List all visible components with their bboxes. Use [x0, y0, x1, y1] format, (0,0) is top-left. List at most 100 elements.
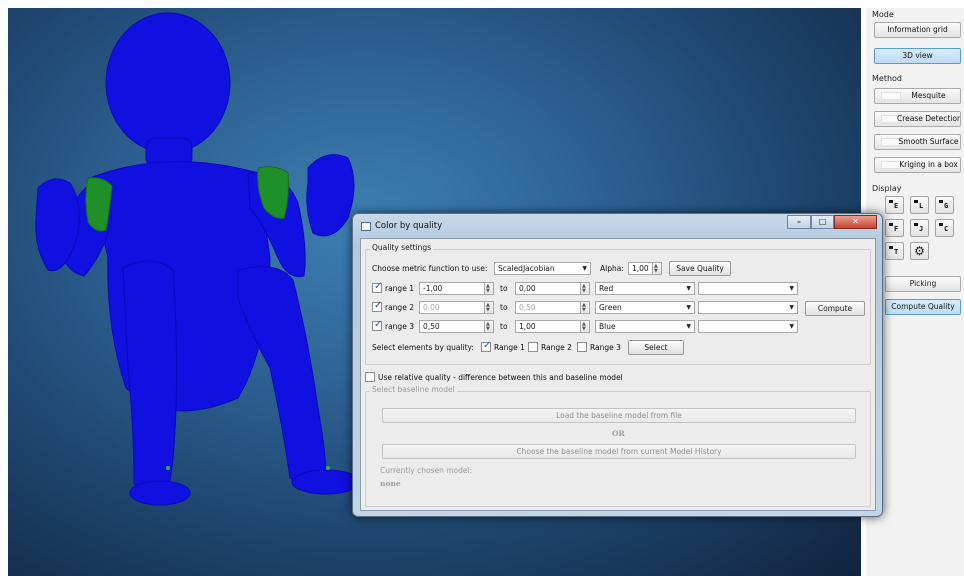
metric-select[interactable]: ScaledJacobian ▼	[494, 262, 591, 275]
load-baseline-button[interactable]: Load the baseline model from file	[382, 408, 856, 423]
dialog-body: Quality settings Choose metric function …	[360, 238, 876, 511]
information-grid-button[interactable]: Information grid	[874, 22, 961, 38]
range-3-color-select[interactable]: Blue ▼	[595, 320, 695, 333]
range-2-to-input[interactable]: 0,50	[515, 301, 581, 314]
close-button[interactable]: ✕	[834, 215, 877, 229]
mesh-speckle	[326, 466, 330, 470]
mesh-right-foot	[291, 469, 361, 495]
display-c-button[interactable]: C	[935, 219, 954, 237]
display-mark-icon	[914, 223, 918, 226]
display-mark-icon	[939, 223, 943, 226]
display-mark-icon	[914, 200, 918, 203]
range-2-from-input[interactable]: 0,00	[419, 301, 485, 314]
display-mark-icon	[889, 200, 893, 203]
range-3-to-spinner[interactable]: ▲ ▼	[581, 320, 590, 333]
display-g-button[interactable]: G	[935, 196, 954, 214]
display-f-button[interactable]: F	[885, 219, 904, 237]
display-e-label: E	[894, 202, 899, 210]
range-2-checkbox[interactable]: ✓	[372, 300, 382, 312]
or-label: OR	[612, 429, 625, 438]
display-c-label: C	[944, 225, 949, 233]
range-3-from-input[interactable]: 0,50	[419, 320, 485, 333]
mesh-right-leg	[237, 266, 327, 483]
current-model-value: none	[380, 479, 401, 488]
display-g-label: G	[944, 202, 949, 210]
range-3-checkbox[interactable]: ✓	[372, 319, 382, 331]
alpha-spinner[interactable]: ▲ ▼	[653, 262, 662, 275]
mesquite-label: Mesquite	[911, 91, 946, 100]
baseline-model-title: Select baseline model	[370, 385, 457, 394]
minimize-button[interactable]: –	[787, 215, 811, 229]
compute-button[interactable]: Compute	[805, 301, 865, 316]
range-1-to-spinner[interactable]: ▲ ▼	[581, 282, 590, 295]
range-1-color-select[interactable]: Red ▼	[595, 282, 695, 295]
display-mark-icon	[939, 200, 943, 203]
range-1-checkbox[interactable]: ✓	[372, 281, 382, 293]
chevron-down-icon: ▼	[686, 304, 691, 311]
range-3-from-spinner[interactable]: ▲ ▼	[485, 320, 494, 333]
save-quality-button[interactable]: Save Quality	[669, 261, 731, 276]
range-2-to-label: to	[500, 303, 508, 312]
crease-detection-button[interactable]: Crease Detection	[874, 111, 961, 127]
color-by-quality-dialog: Color by quality – □ ✕ Quality settings …	[352, 213, 883, 517]
kriging-label: Kriging in a box	[899, 160, 958, 169]
chevron-down-icon: ▼	[686, 285, 691, 292]
compute-quality-button[interactable]: Compute Quality	[885, 299, 961, 315]
display-l-button[interactable]: L	[910, 196, 929, 214]
range-2-color-select[interactable]: Green ▼	[595, 301, 695, 314]
window-icon	[361, 222, 371, 231]
range-1-second-select[interactable]: ▼	[698, 282, 798, 295]
range-1-from-input[interactable]: -1,00	[419, 282, 485, 295]
mode-section-label: Mode	[872, 10, 894, 19]
range-2-to-spinner[interactable]: ▲ ▼	[581, 301, 590, 314]
select-range-3-checkbox[interactable]	[577, 342, 587, 352]
range-3-color-value: Blue	[599, 322, 616, 331]
display-l-label: L	[919, 202, 924, 210]
display-section-label: Display	[872, 184, 902, 193]
smooth-surface-button[interactable]: Smooth Surface	[874, 134, 961, 150]
metric-select-value: ScaledJacobian	[498, 264, 555, 273]
display-mark-icon	[889, 246, 893, 249]
chevron-down-icon: ▼	[686, 323, 691, 330]
range-3-second-select[interactable]: ▼	[698, 320, 798, 333]
picking-button[interactable]: Picking	[885, 276, 961, 292]
range-1-from-spinner[interactable]: ▲ ▼	[485, 282, 494, 295]
metric-label: Choose metric function to use:	[372, 264, 488, 273]
mesh-speckle	[166, 466, 170, 470]
settings-button[interactable]: ⚙	[910, 242, 929, 260]
display-t-button[interactable]: T	[885, 242, 904, 260]
select-range-2-checkbox[interactable]	[528, 342, 538, 352]
crease-detection-label: Crease Detection	[897, 114, 961, 123]
range-3-to-label: to	[500, 322, 508, 331]
mesh-left-leg	[122, 260, 178, 490]
range-2-label: range 2	[385, 303, 414, 312]
select-button[interactable]: Select	[628, 340, 684, 355]
method-section-label: Method	[872, 74, 903, 83]
choose-baseline-history-button[interactable]: Choose the baseline model from current M…	[382, 444, 856, 459]
3d-view-button[interactable]: 3D view	[874, 48, 961, 64]
range-1-to-label: to	[500, 284, 508, 293]
select-range-2-label: Range 2	[541, 343, 572, 352]
range-2-from-spinner[interactable]: ▲ ▼	[485, 301, 494, 314]
display-t-label: T	[894, 248, 899, 256]
range-1-to-input[interactable]: 0,00	[515, 282, 581, 295]
range-2-second-select[interactable]: ▼	[698, 301, 798, 314]
relative-quality-label: Use relative quality - difference betwee…	[378, 373, 623, 382]
select-range-1-label: Range 1	[494, 343, 525, 352]
display-j-button[interactable]: J	[910, 219, 929, 237]
chevron-down-icon: ▼	[582, 265, 587, 272]
maximize-button[interactable]: □	[811, 215, 834, 229]
chevron-down-icon: ▼	[789, 304, 794, 311]
relative-quality-checkbox[interactable]	[365, 372, 375, 382]
select-range-3-label: Range 3	[590, 343, 621, 352]
display-e-button[interactable]: E	[885, 196, 904, 214]
display-mark-icon	[889, 223, 893, 226]
select-by-quality-label: Select elements by quality:	[372, 343, 474, 352]
kriging-button[interactable]: Kriging in a box	[874, 157, 961, 173]
alpha-input[interactable]: 1,00	[628, 262, 653, 275]
display-f-label: F	[894, 225, 899, 233]
select-range-1-checkbox[interactable]: ✓	[481, 340, 491, 352]
range-3-to-input[interactable]: 1,00	[515, 320, 581, 333]
mesquite-button[interactable]: Mesquite	[874, 88, 961, 104]
current-model-label: Currently chosen model:	[380, 466, 473, 475]
